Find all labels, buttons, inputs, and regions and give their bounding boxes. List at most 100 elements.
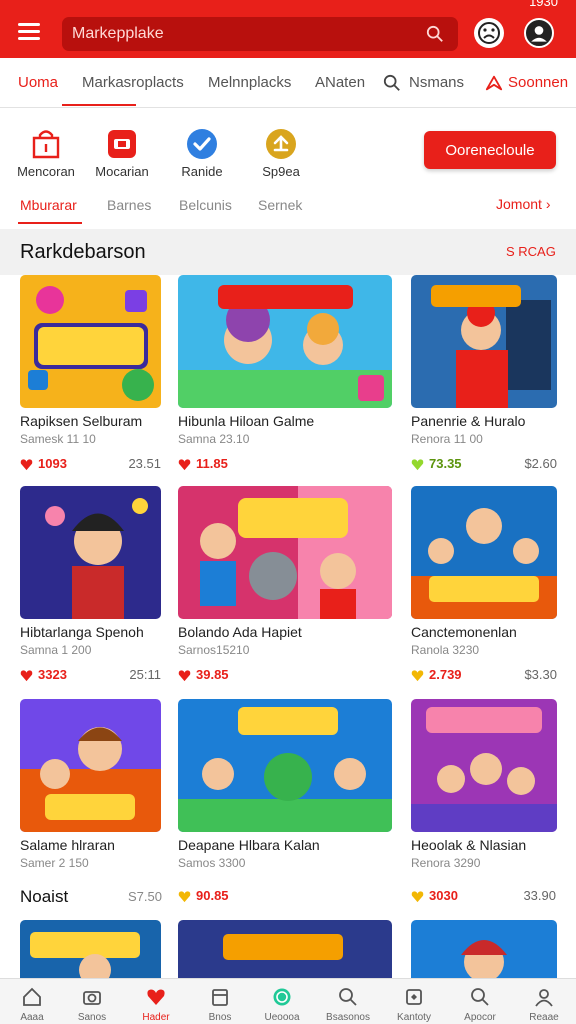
game-title: Salame hlraran [20, 837, 115, 853]
bottom-nav-camera[interactable]: Sanos [60, 979, 124, 1024]
library-icon [406, 989, 422, 1005]
game-title: Panenrie & Huralo [411, 413, 526, 429]
nav-tab-places[interactable]: Melnnplacks [208, 74, 291, 91]
section-right-link[interactable]: S RCAG [506, 244, 556, 259]
section2-meta: 33.90 [523, 888, 556, 903]
bottom-nav-label: Apocor [464, 1012, 496, 1023]
game-card[interactable]: Rapiksen Selburam Samesk 11 10 1093 23.5… [20, 275, 161, 475]
bottom-nav-search[interactable]: Bsasonos [316, 979, 380, 1024]
bottom-nav-favorites[interactable]: Hader [124, 979, 188, 1024]
bottom-nav-profile[interactable]: Reaae [512, 979, 576, 1024]
game-title: Hibtarlanga Spenoh [20, 624, 144, 640]
game-thumbnail[interactable] [20, 486, 161, 619]
game-thumbnail[interactable] [178, 275, 392, 408]
coin-icon [266, 129, 296, 159]
cta-button[interactable]: Oorenecloule [424, 131, 556, 169]
nav-tab-home[interactable]: Uoma [18, 74, 58, 91]
send-icon[interactable] [485, 74, 503, 92]
game-art-preview [20, 920, 161, 978]
bottom-nav-library[interactable]: Kantoty [382, 979, 446, 1024]
heart-icon [178, 891, 191, 903]
game-price: 1093 [38, 456, 67, 471]
home-icon [23, 987, 41, 1006]
profile-avatar-icon[interactable] [524, 18, 554, 48]
subtab-mburarar[interactable]: Mburarar [20, 197, 77, 213]
game-art-monsters [178, 699, 392, 832]
category-mencoran[interactable]: Mencoran [6, 128, 86, 184]
game-card[interactable]: Canctemonenlan Ranola 3230 2.739 $3.30 [411, 486, 557, 686]
video-store-icon [108, 130, 136, 158]
game-art-crowd [411, 699, 557, 832]
nav-tab-marketplace[interactable]: Markasroplacts [82, 74, 184, 91]
game-art-city [411, 275, 557, 408]
section2-title: Noaist [20, 887, 69, 906]
section2-price: 90.85 [196, 888, 229, 903]
nav-underline [62, 104, 136, 106]
game-thumbnail[interactable] [411, 920, 557, 978]
game-art-kids [411, 486, 557, 619]
bottom-nav-label: Hader [142, 1012, 170, 1023]
subtab-sernek[interactable]: Sernek [258, 197, 302, 213]
heart-icon [411, 891, 424, 903]
subtab-belcunis[interactable]: Belcunis [179, 197, 232, 213]
game-meta: 25:11 [129, 667, 161, 682]
game-price: 39.85 [196, 667, 229, 682]
subtab-barnes[interactable]: Barnes [107, 197, 151, 213]
bottom-nav-store[interactable]: Bnos [188, 979, 252, 1024]
bottom-nav-label: Reaae [529, 1012, 559, 1023]
game-thumbnail[interactable] [20, 699, 161, 832]
more-link[interactable]: Jomont › [496, 196, 550, 212]
subtab-underline [18, 222, 82, 224]
menu-icon[interactable] [18, 23, 40, 41]
game-art-boy [20, 486, 161, 619]
game-card[interactable]: Heoolak & Nlasian Renora 3290 [411, 699, 557, 879]
nav-tab-anaten[interactable]: ANaten [315, 74, 365, 91]
game-art-heroes [178, 275, 392, 408]
game-thumbnail[interactable] [20, 920, 161, 978]
nav-tab-soonnen[interactable]: Soonnen [508, 74, 568, 91]
game-card[interactable]: Deapane Hlbara Kalan Samos 3300 [178, 699, 392, 879]
game-thumbnail[interactable] [411, 275, 557, 408]
game-thumbnail[interactable] [411, 699, 557, 832]
search-icon[interactable] [383, 74, 401, 92]
category-label: Ranide [181, 164, 223, 179]
more-link-label: Jomont [496, 196, 542, 212]
game-card[interactable]: Hibtarlanga Spenoh Samna 1 200 3323 25:1… [20, 486, 161, 686]
game-title: Bolando Ada Hapiet [178, 624, 302, 640]
category-mocarian[interactable]: Mocarian [82, 128, 162, 184]
search-box[interactable] [62, 17, 458, 51]
section2-price: 3030 [429, 888, 458, 903]
game-card[interactable]: Bolando Ada Hapiet Sarnos15210 39.85 [178, 486, 392, 686]
game-card[interactable]: Panenrie & Huralo Renora 11 00 73.35 $2.… [411, 275, 557, 475]
game-thumbnail[interactable] [178, 920, 392, 978]
game-card[interactable]: Hibunla Hiloan Galme Samna 23.10 11.85 [178, 275, 392, 475]
sad-face-icon[interactable] [474, 18, 504, 48]
user-icon [535, 989, 553, 1007]
game-thumbnail[interactable] [411, 486, 557, 619]
game-title: Canctemonenlan [411, 624, 517, 640]
bottom-nav-discover[interactable]: Apocor [448, 979, 512, 1024]
game-thumbnail[interactable] [20, 275, 161, 408]
section-title: Rarkdebarson [20, 241, 146, 263]
bottom-nav-label: Bsasonos [326, 1012, 370, 1023]
search-icon[interactable] [426, 25, 444, 43]
app-root: 1930 Uoma Markasroplacts Melnnplacks ANa… [0, 0, 576, 1024]
bottom-nav-explore[interactable]: Ueoooa [250, 979, 314, 1024]
game-thumbnail[interactable] [178, 486, 392, 619]
nav-tabs: Uoma Markasroplacts Melnnplacks ANaten N… [0, 58, 576, 108]
game-card[interactable]: Salame hlraran Samer 2 150 [20, 699, 161, 879]
heart-icon [20, 459, 33, 471]
game-subtitle: Sarnos15210 [178, 643, 250, 657]
search-input[interactable] [72, 17, 412, 51]
category-sp9ea[interactable]: Sp9ea [241, 128, 321, 184]
game-art-sunset [20, 699, 161, 832]
game-thumbnail[interactable] [178, 699, 392, 832]
category-ranide[interactable]: Ranide [162, 128, 242, 184]
category-label: Mocarian [95, 164, 149, 179]
bottom-nav-label: Bnos [208, 1012, 232, 1023]
heart-icon [411, 459, 424, 471]
bottom-nav-home[interactable]: Aaaa [0, 979, 64, 1024]
game-subtitle: Samesk 11 10 [20, 432, 96, 446]
top-bar: 1930 [0, 0, 576, 58]
nav-tab-search[interactable]: Nsmans [409, 74, 464, 91]
